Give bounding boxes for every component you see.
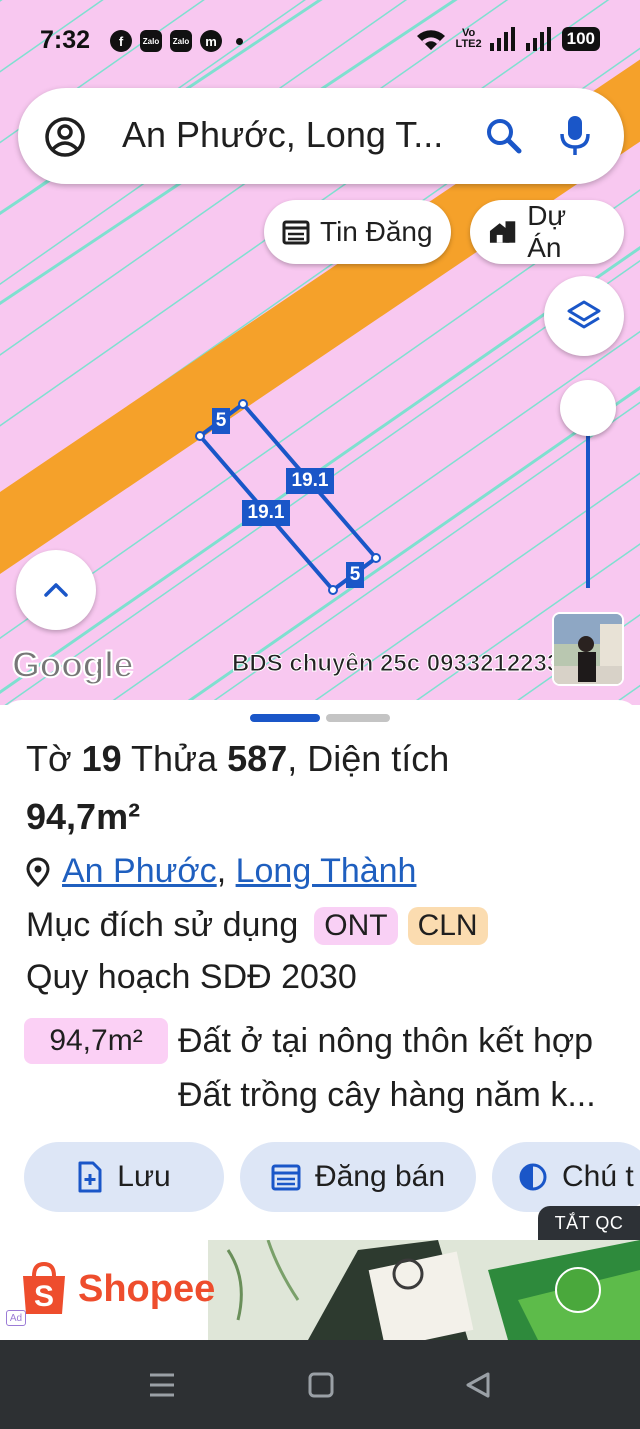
back-icon[interactable] <box>464 1371 492 1399</box>
parcel-area: 94,7m² <box>26 796 141 837</box>
parcel-edge-label: 5 <box>346 562 364 588</box>
menu-icon[interactable] <box>148 1372 176 1398</box>
ad-banner[interactable]: S Shopee Ad <box>0 1240 640 1340</box>
google-logo: Google <box>11 643 135 686</box>
messenger-icon: m <box>200 30 222 52</box>
search-input[interactable]: An Phước, Long T... <box>122 114 443 156</box>
land-use-tag-cln: CLN <box>407 906 488 945</box>
parcel-title: Tờ 19 Thửa 587, Diện tích <box>26 738 450 779</box>
hide-ads-button[interactable]: TẮT QC <box>538 1206 640 1240</box>
parcel-number: 587 <box>227 738 288 779</box>
map-watermark: BDS chuyên 25c 0933212233 <box>232 650 554 678</box>
save-button-label: Lưu <box>117 1160 171 1193</box>
parcel-edge-label: 5 <box>212 408 230 434</box>
sheet-page-indicator[interactable] <box>250 714 390 722</box>
save-button[interactable]: Lưu <box>24 1142 224 1212</box>
signal-strength-icon <box>525 27 551 51</box>
shopee-logo: S Shopee <box>20 1262 215 1316</box>
calendar-list-icon <box>271 1164 301 1191</box>
projects-chip[interactable]: Dự Án <box>470 200 624 264</box>
home-icon[interactable] <box>308 1372 334 1398</box>
ad-badge: Ad <box>6 1310 26 1326</box>
wifi-icon <box>416 30 445 50</box>
note-button-label: Chú t <box>562 1160 634 1193</box>
planning-title: Quy hoạch SDĐ 2030 <box>26 958 357 996</box>
page-indicator-inactive[interactable] <box>326 714 390 722</box>
battery-indicator: 100 <box>561 27 600 51</box>
parcel-edge-label: 19.1 <box>242 500 290 526</box>
microphone-icon[interactable] <box>558 114 592 158</box>
network-type-label: Vo LTE2 <box>455 27 482 50</box>
planning-use-line: Đất ở tại nông thôn kết hợp <box>178 1022 594 1060</box>
shopee-brand-text: Shopee <box>78 1267 216 1310</box>
listings-chip[interactable]: Tin Đăng <box>264 200 451 264</box>
shopee-bag-icon: S <box>23 1262 65 1314</box>
layers-icon <box>567 300 601 329</box>
search-icon[interactable] <box>484 116 524 156</box>
zalo-icon: Zalo <box>140 30 162 52</box>
sheet-number: 19 <box>81 738 122 779</box>
opacity-slider-handle[interactable] <box>560 380 616 436</box>
post-for-sale-button[interactable]: Đăng bán <box>240 1142 476 1212</box>
facebook-icon: f <box>110 30 132 52</box>
land-use-purpose-row: Mục đích sử dụng ONT CLN <box>26 906 488 945</box>
status-bar: 7:32 f Zalo Zalo m Vo LTE2 100 <box>0 0 640 84</box>
page-indicator-active[interactable] <box>250 714 320 722</box>
planning-use-line: Đất trồng cây hàng năm k... <box>178 1076 596 1114</box>
search-bar[interactable]: An Phước, Long T... <box>18 88 624 184</box>
listings-chip-label: Tin Đăng <box>320 216 433 247</box>
opacity-slider-track[interactable] <box>586 420 590 588</box>
parcel-info-sheet: Tờ 19 Thửa 587, Diện tích 94,7m² An Phướ… <box>0 700 640 1240</box>
note-button[interactable]: Chú t <box>492 1142 640 1212</box>
planning-area-badge: 94,7m² <box>24 1018 168 1064</box>
calendar-list-icon <box>282 220 310 245</box>
street-view-thumbnail[interactable] <box>552 612 624 686</box>
chevron-up-icon <box>44 583 68 597</box>
status-time: 7:32 <box>40 26 91 54</box>
buildings-icon <box>489 221 516 243</box>
location-row: An Phước, Long Thành <box>26 852 416 891</box>
add-document-icon <box>78 1161 102 1193</box>
expand-sheet-button[interactable] <box>16 550 96 630</box>
projects-chip-label: Dự Án <box>527 200 567 263</box>
district-link[interactable]: Long Thành <box>236 852 417 890</box>
layers-button[interactable] <box>544 276 624 356</box>
half-circle-icon <box>519 1163 547 1191</box>
notification-dot-icon <box>236 37 243 45</box>
ad-product-image <box>208 1240 640 1340</box>
post-for-sale-label: Đăng bán <box>314 1160 446 1193</box>
account-icon[interactable] <box>44 116 86 158</box>
signal-strength-icon <box>489 27 515 51</box>
location-pin-icon <box>26 856 50 887</box>
ward-link[interactable]: An Phước <box>62 852 217 890</box>
parcel-edge-label: 19.1 <box>286 468 334 494</box>
svg-text:S: S <box>34 1280 54 1313</box>
zalo-icon: Zalo <box>170 30 192 52</box>
purpose-label: Mục đích sử dụng <box>26 906 299 944</box>
system-navigation-bar <box>0 1340 640 1429</box>
land-use-tag-ont: ONT <box>314 906 398 945</box>
